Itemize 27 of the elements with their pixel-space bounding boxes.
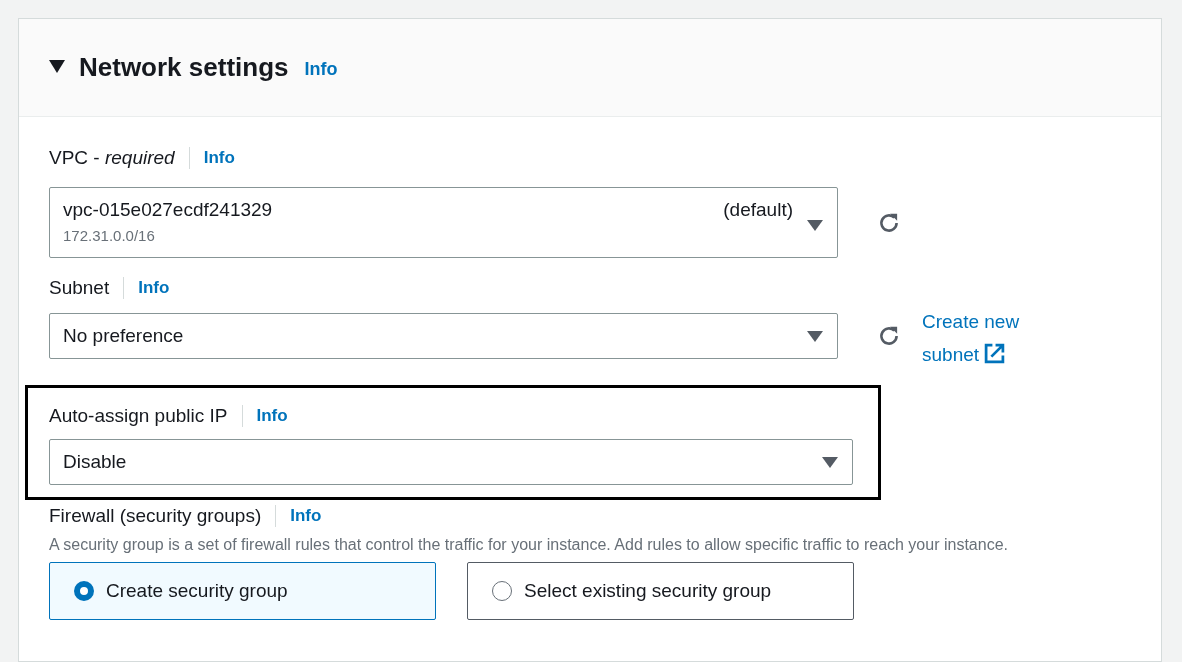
info-link[interactable]: Info — [290, 503, 322, 529]
select-value: vpc-015e027ecdf241329 — [63, 198, 274, 222]
field-label: VPC - required — [49, 145, 175, 170]
info-link[interactable]: Info — [304, 56, 338, 83]
select-value: Disable — [63, 450, 128, 474]
select-value: No preference — [63, 324, 185, 348]
field-label: Auto-assign public IP — [49, 403, 228, 428]
radio-option[interactable]: Create security group — [49, 562, 436, 620]
select-tag: (default) — [723, 198, 793, 222]
field-label: Firewall (security groups) — [49, 503, 262, 528]
radio-option[interactable]: Select existing security group — [467, 562, 854, 620]
caret-icon — [807, 330, 823, 342]
create-subnet-link[interactable]: Create new subnet — [922, 305, 1042, 371]
caret-icon — [807, 220, 823, 231]
field-description: A security group is a set of firewall rules that control the traffic for your instance. Add rules to allow specific traffic to reach your instance. — [49, 535, 1009, 555]
info-link[interactable]: Info — [203, 145, 235, 171]
select-description: 172.31.0.0/16 — [63, 226, 156, 246]
info-link[interactable]: Info — [256, 403, 288, 429]
external-link-icon — [984, 343, 1006, 364]
info-link[interactable]: Info — [138, 275, 170, 301]
dropdown-select[interactable]: No preference — [49, 313, 838, 359]
dropdown-select[interactable]: Disable — [49, 439, 853, 485]
section-title: Network settings — [79, 51, 289, 84]
caret-icon — [822, 456, 838, 468]
collapse-caret-icon[interactable] — [49, 59, 65, 74]
field-label: Subnet — [49, 275, 110, 300]
dropdown-select[interactable]: vpc-015e027ecdf241329 172.31.0.0/16 (default) — [49, 187, 838, 258]
